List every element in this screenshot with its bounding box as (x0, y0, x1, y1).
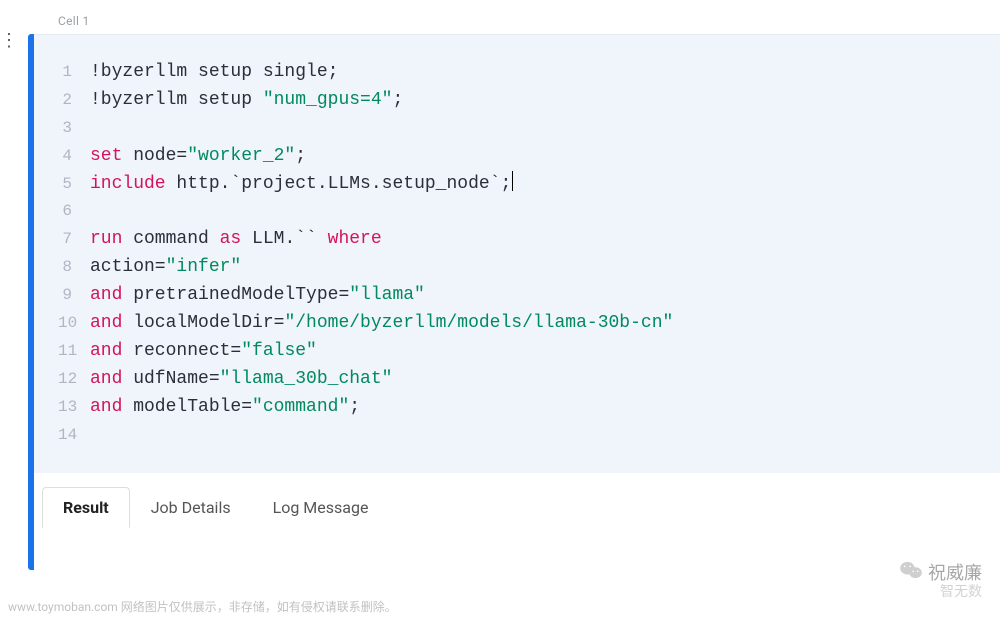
code-line[interactable]: 9and pretrainedModelType="llama" (58, 282, 976, 310)
line-number: 12 (58, 367, 90, 392)
code-line[interactable]: 1!byzerllm setup single; (58, 59, 976, 87)
code-text[interactable] (90, 198, 101, 226)
result-tabs: ResultJob DetailsLog Message (34, 487, 1000, 528)
cell-label: Cell 1 (58, 14, 90, 28)
code-line[interactable]: 12and udfName="llama_30b_chat" (58, 366, 976, 394)
line-number: 10 (58, 311, 90, 336)
code-text[interactable]: set node="worker_2"; (90, 143, 306, 171)
code-line[interactable]: 2!byzerllm setup "num_gpus=4"; (58, 87, 976, 115)
code-text[interactable]: action="infer" (90, 254, 241, 282)
code-line[interactable]: 3 (58, 115, 976, 143)
code-line[interactable]: 10and localModelDir="/home/byzerllm/mode… (58, 310, 976, 338)
line-number: 6 (58, 199, 90, 224)
code-text[interactable]: and modelTable="command"; (90, 394, 360, 422)
line-number: 11 (58, 339, 90, 364)
code-text[interactable] (90, 422, 101, 450)
tab-log-message[interactable]: Log Message (252, 487, 390, 528)
code-line[interactable]: 6 (58, 198, 976, 226)
watermark-sub: 智无数 (940, 581, 982, 601)
code-line[interactable]: 5include http.`project.LLMs.setup_node`; (58, 171, 976, 199)
code-line[interactable]: 8action="infer" (58, 254, 976, 282)
code-line[interactable]: 13and modelTable="command"; (58, 394, 976, 422)
code-editor[interactable]: 1!byzerllm setup single;2!byzerllm setup… (34, 34, 1000, 473)
watermark-left: www.toymoban.com 网络图片仅供展示，非存储，如有侵权请联系删除。 (8, 598, 397, 615)
line-number: 4 (58, 144, 90, 169)
line-number: 1 (58, 60, 90, 85)
code-text[interactable]: !byzerllm setup single; (90, 59, 338, 87)
code-line[interactable]: 14 (58, 422, 976, 450)
wechat-icon (900, 561, 922, 584)
tab-job-details[interactable]: Job Details (130, 487, 252, 528)
line-number: 9 (58, 283, 90, 308)
code-line[interactable]: 11and reconnect="false" (58, 338, 976, 366)
code-text[interactable]: run command as LLM.`` where (90, 226, 382, 254)
line-number: 8 (58, 255, 90, 280)
cell-accent-bar (28, 34, 34, 570)
left-sidebar-stub: ⋮ (0, 30, 16, 51)
code-text[interactable]: include http.`project.LLMs.setup_node`; (90, 171, 513, 199)
code-text[interactable]: and reconnect="false" (90, 338, 317, 366)
line-number: 14 (58, 423, 90, 448)
line-number: 5 (58, 172, 90, 197)
tab-result[interactable]: Result (42, 487, 130, 528)
line-number: 3 (58, 116, 90, 141)
text-cursor (512, 171, 513, 191)
code-text[interactable]: and localModelDir="/home/byzerllm/models… (90, 310, 673, 338)
code-line[interactable]: 7run command as LLM.`` where (58, 226, 976, 254)
code-line[interactable]: 4set node="worker_2"; (58, 143, 976, 171)
line-number: 13 (58, 395, 90, 420)
cell: 1!byzerllm setup single;2!byzerllm setup… (28, 34, 1000, 528)
code-text[interactable] (90, 115, 101, 143)
code-text[interactable]: !byzerllm setup "num_gpus=4"; (90, 87, 403, 115)
code-text[interactable]: and pretrainedModelType="llama" (90, 282, 425, 310)
line-number: 2 (58, 88, 90, 113)
code-text[interactable]: and udfName="llama_30b_chat" (90, 366, 392, 394)
line-number: 7 (58, 227, 90, 252)
